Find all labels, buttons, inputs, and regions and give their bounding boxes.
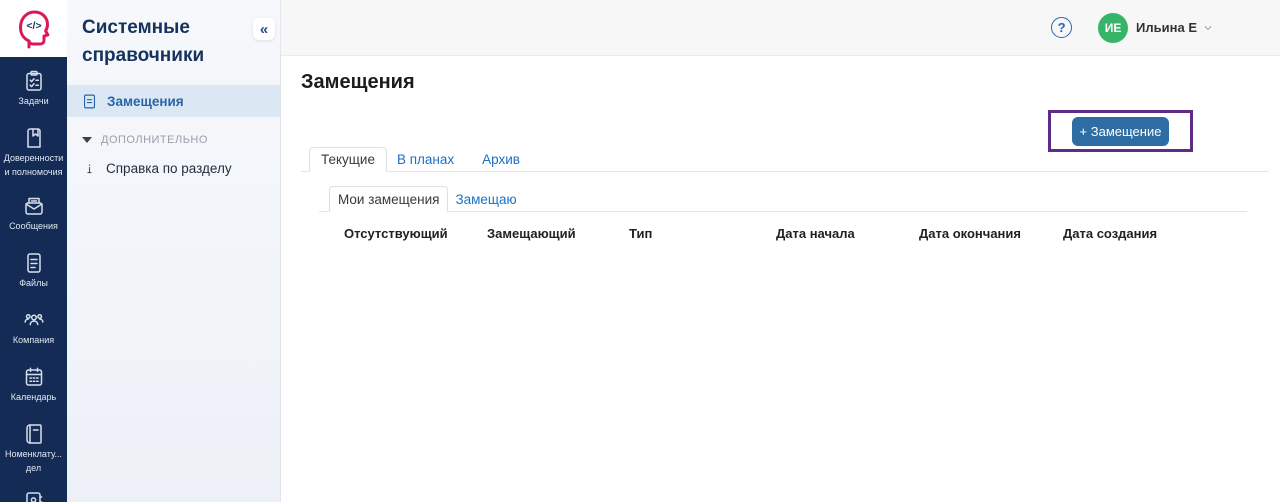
- info-icon: [87, 164, 92, 174]
- rail-item-calendar[interactable]: Календарь: [0, 365, 67, 406]
- panel-item-label: Замещения: [107, 93, 184, 109]
- panel-item-substitutions[interactable]: Замещения: [67, 85, 280, 117]
- rail-item-label-2: и полномочия: [4, 167, 63, 177]
- rail-item-files[interactable]: Файлы: [0, 251, 67, 292]
- page-title: Замещения: [301, 71, 415, 93]
- chevron-down-icon[interactable]: [1202, 22, 1214, 34]
- rail-item-label: Задачи: [18, 96, 49, 106]
- subtab-i-substitute[interactable]: Замещаю: [448, 192, 523, 211]
- rail-item-label: Доверенности: [3, 153, 64, 163]
- rail-item-label-2: дел: [25, 463, 42, 473]
- rail-item-messages[interactable]: Сообщения: [0, 194, 67, 235]
- main-area: ? ИЕ Ильина Е Замещения Текущие В планах…: [281, 0, 1280, 502]
- avatar[interactable]: ИЕ: [1098, 12, 1129, 43]
- nomenclature-icon: [25, 424, 42, 444]
- rail-item-label: Файлы: [19, 278, 48, 288]
- subtabs-row: Мои замещения Замещаю: [319, 186, 1247, 212]
- rail-item-label: Сообщения: [9, 221, 58, 231]
- user-menu[interactable]: Ильина Е: [1136, 20, 1197, 35]
- app-window: </> Задачи Доверенности и полномочия Соо…: [0, 0, 1280, 502]
- column-header-start-date: Дата начала: [776, 226, 855, 241]
- avatar-initials: ИЕ: [1104, 20, 1122, 35]
- subtab-my-substitutions[interactable]: Мои замещения: [329, 186, 449, 212]
- files-icon: [26, 253, 41, 273]
- logo-code-glyph: </>: [26, 20, 41, 32]
- panel-title: Системные справочники: [82, 17, 205, 66]
- rail-item-label: Компания: [12, 335, 55, 345]
- question-icon: ?: [1057, 20, 1066, 35]
- tab-planned[interactable]: В планах: [387, 152, 464, 171]
- icon-rail: </> Задачи Доверенности и полномочия Соо…: [0, 0, 67, 502]
- powers-icon: [26, 128, 41, 148]
- messages-icon: [24, 197, 43, 215]
- company-icon: [23, 313, 44, 326]
- tasks-icon: [25, 70, 42, 91]
- rail-item-label: Номенклату...: [4, 449, 63, 459]
- collapse-panel-button[interactable]: «: [253, 18, 275, 40]
- rail-item-crm[interactable]: CRM: [0, 490, 67, 502]
- column-header-absent: Отсутствующий: [344, 226, 448, 241]
- help-button[interactable]: ?: [1051, 17, 1073, 38]
- column-header-substitute: Замещающий: [487, 226, 576, 241]
- calendar-icon: [25, 367, 42, 386]
- panel-section-additional[interactable]: ДОПОЛНИТЕЛЬНО: [67, 134, 280, 146]
- app-logo[interactable]: </>: [0, 0, 67, 57]
- tab-current[interactable]: Текущие: [309, 147, 387, 172]
- panel-item-section-help[interactable]: Справка по разделу: [67, 161, 280, 176]
- column-header-end-date: Дата окончания: [919, 226, 1021, 241]
- rail-item-label: Календарь: [10, 392, 57, 402]
- chevron-down-icon: [82, 137, 92, 143]
- crm-icon: [25, 492, 42, 502]
- panel-help-label: Справка по разделу: [106, 161, 232, 176]
- table-header-row: Отсутствующий Замещающий Тип Дата начала…: [344, 226, 1280, 241]
- section-panel: Системные справочники « Замещения ДОПОЛН…: [67, 0, 281, 502]
- highlight-annotation-box: + Замещение: [1048, 110, 1193, 152]
- topbar: ? ИЕ Ильина Е: [281, 0, 1280, 56]
- brand-head-icon: </>: [18, 10, 49, 48]
- column-header-type: Тип: [629, 226, 653, 241]
- content: Замещения Текущие В планах Архив Мои зам…: [281, 71, 1280, 241]
- column-header-created-date: Дата создания: [1063, 226, 1158, 241]
- document-icon: [83, 94, 96, 108]
- collapse-icon: «: [259, 20, 269, 38]
- add-substitution-button[interactable]: + Замещение: [1072, 116, 1169, 146]
- rail-item-nomenclature[interactable]: Номенклату... дел: [0, 422, 67, 474]
- rail-item-company[interactable]: Компания: [0, 308, 67, 349]
- tab-archive[interactable]: Архив: [472, 152, 530, 171]
- rail-item-tasks[interactable]: Задачи: [0, 69, 67, 110]
- panel-section-label: ДОПОЛНИТЕЛЬНО: [101, 134, 208, 146]
- rail-item-powers[interactable]: Доверенности и полномочия: [0, 126, 67, 178]
